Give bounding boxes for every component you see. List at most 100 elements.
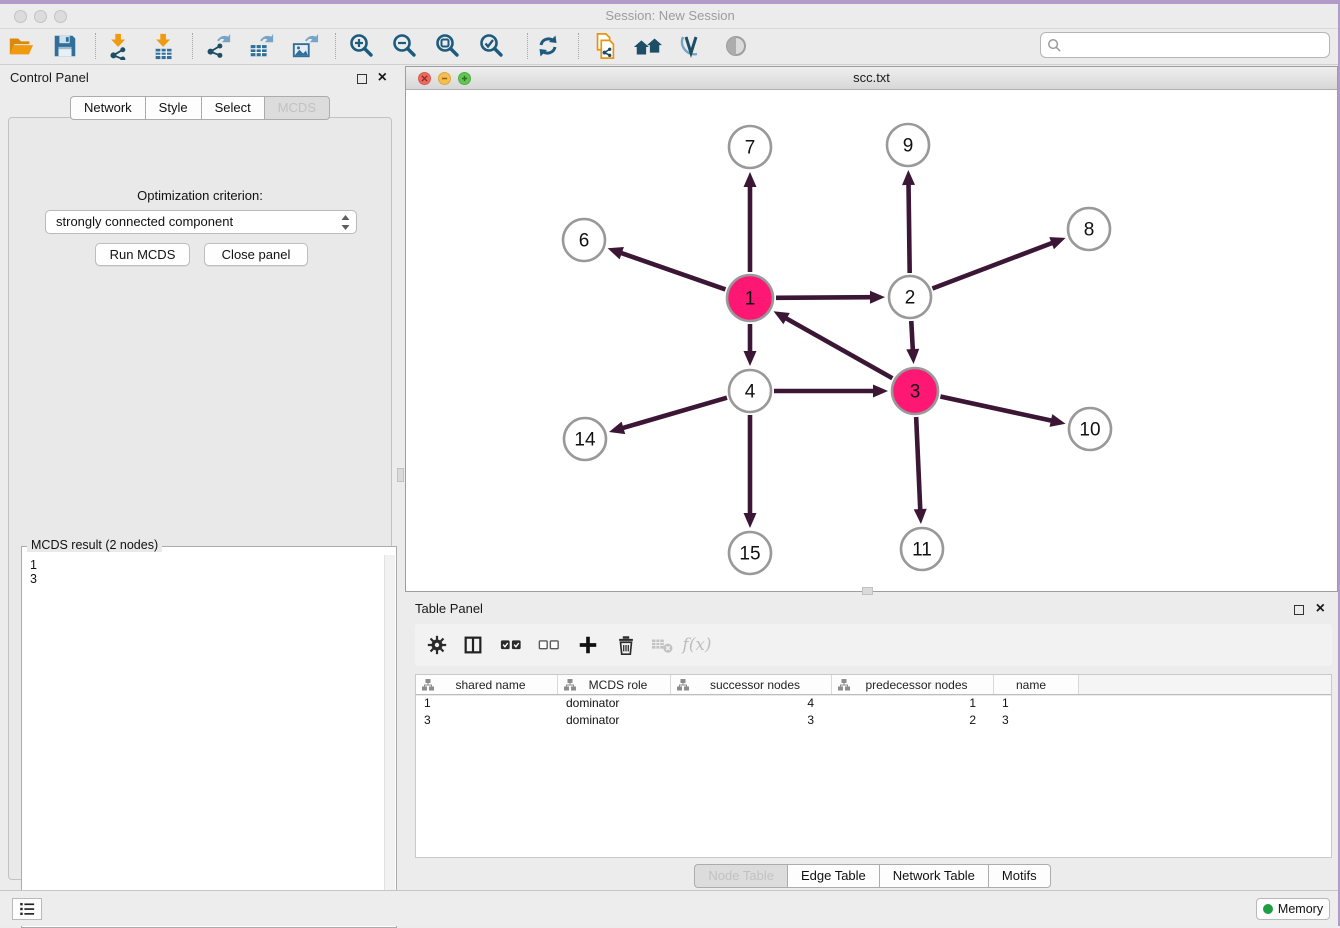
minimize-view-icon[interactable] — [438, 72, 451, 85]
float-panel-icon[interactable] — [357, 74, 367, 84]
tab-mcds[interactable]: MCDS — [264, 96, 330, 120]
optimization-criterion-dropdown[interactable]: strongly connected component — [45, 210, 357, 234]
show-hide-panels-icon[interactable] — [721, 31, 751, 61]
tab-edge-table[interactable]: Edge Table — [787, 864, 879, 888]
table-body: 1dominator4113dominator323 — [416, 695, 1331, 728]
zoom-window-icon[interactable] — [54, 10, 67, 23]
node-7[interactable]: 7 — [729, 126, 771, 168]
show-panels-button[interactable] — [12, 898, 42, 920]
first-neighbors-icon[interactable] — [633, 31, 663, 61]
import-network-icon[interactable] — [105, 31, 135, 61]
export-image-icon[interactable] — [290, 31, 320, 61]
select-all-columns-icon[interactable] — [495, 629, 527, 661]
table-row[interactable]: 1dominator411 — [416, 695, 1331, 712]
hierarchy-icon — [564, 679, 576, 691]
column-header-successor-nodes[interactable]: successor nodes — [671, 675, 832, 694]
edge-2-3[interactable] — [911, 321, 913, 352]
node-11[interactable]: 11 — [901, 528, 943, 570]
tab-style[interactable]: Style — [145, 96, 201, 120]
edge-4-14[interactable] — [621, 398, 727, 429]
network-window-titlebar[interactable]: scc.txt — [406, 67, 1337, 90]
float-table-panel-icon[interactable] — [1294, 605, 1304, 615]
tab-select[interactable]: Select — [201, 96, 264, 120]
network-view-title: scc.txt — [406, 67, 1337, 89]
edge-1-6[interactable] — [619, 252, 726, 289]
column-header-predecessor-nodes[interactable]: predecessor nodes — [832, 675, 994, 694]
maximize-view-icon[interactable] — [458, 72, 471, 85]
column-header-MCDS-role[interactable]: MCDS role — [558, 675, 671, 694]
zoom-in-icon[interactable] — [347, 31, 377, 61]
node-2[interactable]: 2 — [889, 276, 931, 318]
export-table-icon[interactable] — [246, 31, 276, 61]
node-3[interactable]: 3 — [892, 368, 938, 414]
edge-1-2[interactable] — [776, 297, 873, 298]
node-label: 8 — [1084, 220, 1095, 241]
network-canvas[interactable]: 7 9 6 8 1 2 4 3 14 10 15 11 — [406, 91, 1337, 591]
memory-button[interactable]: Memory — [1256, 898, 1330, 920]
cell-MCDS-role[interactable]: dominator — [558, 695, 671, 712]
tab-motifs[interactable]: Motifs — [988, 864, 1051, 888]
edge-3-1[interactable] — [784, 317, 892, 378]
delete-table-icon[interactable] — [646, 629, 678, 661]
open-session-icon[interactable] — [6, 31, 36, 61]
edge-3-10[interactable] — [940, 397, 1053, 422]
column-header-name[interactable]: name — [994, 675, 1079, 694]
tab-node-table[interactable]: Node Table — [694, 864, 787, 888]
add-column-icon[interactable] — [572, 629, 604, 661]
edge-3-11[interactable] — [916, 417, 920, 512]
edge-arrowhead — [744, 351, 757, 366]
unselect-all-columns-icon[interactable] — [533, 629, 565, 661]
hide-style-icon[interactable] — [676, 31, 706, 61]
mcds-result-text[interactable]: 1 3 — [24, 555, 383, 925]
zoom-out-icon[interactable] — [390, 31, 420, 61]
node-label: 1 — [745, 289, 756, 310]
tab-network-table[interactable]: Network Table — [879, 864, 988, 888]
node-6[interactable]: 6 — [563, 219, 605, 261]
result-scrollbar[interactable] — [384, 555, 395, 926]
close-view-icon[interactable] — [418, 72, 431, 85]
refresh-icon[interactable] — [533, 31, 563, 61]
node-4[interactable]: 4 — [729, 370, 771, 412]
cell-successor-nodes[interactable]: 4 — [671, 695, 832, 712]
export-network-icon[interactable] — [203, 31, 233, 61]
table-settings-icon[interactable] — [421, 629, 453, 661]
node-9[interactable]: 9 — [887, 124, 929, 166]
zoom-fit-icon[interactable] — [433, 31, 463, 61]
run-mcds-button[interactable]: Run MCDS — [95, 243, 190, 266]
node-10[interactable]: 10 — [1069, 408, 1111, 450]
edge-arrowhead — [902, 170, 915, 185]
search-input[interactable] — [1066, 38, 1323, 53]
cell-shared-name[interactable]: 1 — [416, 695, 558, 712]
tab-network[interactable]: Network — [70, 96, 145, 120]
node-14[interactable]: 14 — [564, 418, 606, 460]
cell-predecessor-nodes[interactable]: 1 — [832, 695, 994, 712]
import-table-icon[interactable] — [150, 31, 180, 61]
vertical-splitter-grip[interactable] — [397, 468, 404, 482]
clone-network-icon[interactable] — [590, 31, 620, 61]
close-panel-button[interactable]: Close panel — [204, 243, 308, 266]
edge-2-9[interactable] — [908, 182, 909, 273]
delete-column-icon[interactable] — [610, 629, 642, 661]
cell-name[interactable]: 1 — [994, 695, 1079, 712]
cell-predecessor-nodes[interactable]: 2 — [832, 712, 994, 729]
close-window-icon[interactable] — [14, 10, 27, 23]
cell-MCDS-role[interactable]: dominator — [558, 712, 671, 729]
column-view-icon[interactable] — [457, 629, 489, 661]
close-table-panel-icon[interactable]: × — [1316, 599, 1325, 619]
zoom-selected-icon[interactable] — [477, 31, 507, 61]
save-session-icon[interactable] — [50, 31, 80, 61]
node-8[interactable]: 8 — [1068, 208, 1110, 250]
minimize-window-icon[interactable] — [34, 10, 47, 23]
node-1[interactable]: 1 — [727, 275, 773, 321]
function-builder-icon[interactable]: f(x) — [681, 629, 713, 661]
cell-successor-nodes[interactable]: 3 — [671, 712, 832, 729]
close-panel-icon[interactable]: × — [378, 68, 387, 88]
cell-name[interactable]: 3 — [994, 712, 1079, 729]
edge-2-8[interactable] — [932, 242, 1054, 288]
column-header-shared-name[interactable]: shared name — [416, 675, 558, 694]
node-15[interactable]: 15 — [729, 532, 771, 574]
table-row[interactable]: 3dominator323 — [416, 712, 1331, 729]
horizontal-splitter-grip[interactable] — [862, 587, 873, 595]
cell-shared-name[interactable]: 3 — [416, 712, 558, 729]
dropdown-stepper-icon — [340, 214, 351, 238]
